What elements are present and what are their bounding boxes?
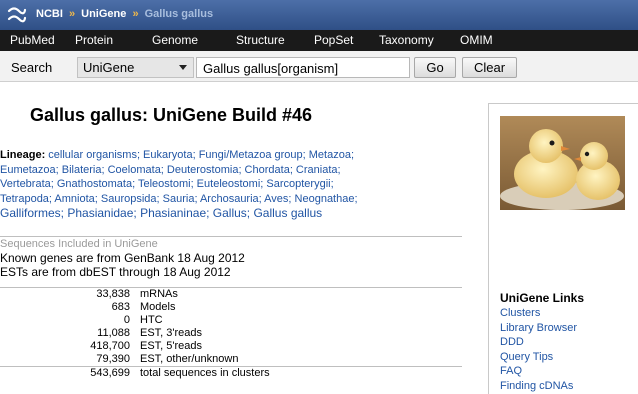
nav-item-genome[interactable]: Genome [152,33,198,47]
sequences-heading: Sequences Included in UniGene [0,238,158,250]
sequence-count: 33,838 [96,288,130,300]
breadcrumb-separator: » [68,8,76,20]
lineage-line[interactable]: Vertebrata; Gnathostomata; Teleostomi; E… [0,177,470,192]
lineage-line[interactable]: Galliformes; Phasianidae; Phasianinae; G… [0,206,470,221]
nav-item-protein[interactable]: Protein [75,33,113,47]
table-row: 11,088 EST, 3'reads [0,327,462,340]
breadcrumb: NCBI » UniGene » Gallus gallus [36,8,213,20]
table-row: 418,700 EST, 5'reads [0,340,462,353]
sequence-type: HTC [140,314,163,326]
lineage-label: Lineage: [0,149,46,161]
ncbi-logo-icon[interactable] [6,4,28,26]
database-select[interactable]: UniGene [77,57,194,78]
sequences-section: Sequences Included in UniGene Known gene… [0,236,462,380]
table-row: 0 HTC [0,314,462,327]
table-row: 33,838 mRNAs [0,288,462,302]
link-library-browser[interactable]: Library Browser [500,321,577,336]
link-faq[interactable]: FAQ [500,364,577,379]
sequence-counts-table: 33,838 mRNAs 683 Models 0 HTC 11,088 EST… [0,287,462,380]
link-query-tips[interactable]: Query Tips [500,350,577,365]
unigene-links-list: Clusters Library Browser DDD Query Tips … [500,306,577,394]
table-row: 683 Models [0,301,462,314]
table-row-total: 543,699 total sequences in clusters [0,366,462,380]
nav-item-omim[interactable]: OMIM [460,33,493,47]
search-input[interactable] [196,57,410,78]
total-count: 543,699 [0,366,140,380]
database-select-value: UniGene [83,60,135,75]
sequence-count: 0 [123,314,130,326]
link-ddd[interactable]: DDD [500,335,577,350]
chick-photo [500,116,625,210]
sequence-count: 683 [111,301,130,313]
link-finding-cdnas[interactable]: Finding cDNAs [500,379,577,394]
dropdown-arrow-icon [179,65,187,70]
lineage-line[interactable]: Tetrapoda; Amniota; Sauropsida; Sauria; … [0,192,470,207]
nav-item-structure[interactable]: Structure [236,33,285,47]
breadcrumb-current: Gallus gallus [144,8,214,20]
breadcrumb-separator: » [132,8,139,20]
sequence-count: 11,088 [97,327,130,339]
lineage-links[interactable]: cellular organisms; Eukaryota; Fungi/Met… [48,149,354,161]
unigene-links-heading: UniGene Links [500,291,585,305]
lineage-block: Lineage: cellular organisms; Eukaryota; … [0,148,470,221]
known-genes-source: Known genes are from GenBank 18 Aug 2012 [0,251,245,265]
search-bar: Search UniGene Go Clear [0,51,638,82]
sequence-type: EST, 3'reads [140,327,203,339]
nav-item-pubmed[interactable]: PubMed [10,33,55,47]
go-button[interactable]: Go [414,57,456,78]
sequence-count: 418,700 [90,340,130,352]
lineage-line: Lineage: cellular organisms; Eukaryota; … [0,148,470,163]
breadcrumb-unigene-link[interactable]: UniGene [81,8,126,20]
table-row: 79,390 EST, other/unknown [0,353,462,367]
ests-source: ESTs are from dbEST through 18 Aug 2012 [0,265,231,279]
sequence-count: 79,390 [96,353,130,365]
sequence-type: EST, 5'reads [140,340,203,352]
unigene-sidebar: UniGene Links Clusters Library Browser D… [488,103,638,394]
page-title: Gallus gallus: UniGene Build #46 [30,105,313,125]
total-label: total sequences in clusters [140,366,462,380]
sequence-type: mRNAs [140,288,178,300]
sequence-type: EST, other/unknown [140,353,239,365]
lineage-line[interactable]: Eumetazoa; Bilateria; Coelomata; Deutero… [0,163,470,178]
clear-button[interactable]: Clear [462,57,517,78]
ncbi-header: NCBI » UniGene » Gallus gallus [0,0,638,30]
database-nav-bar: PubMed Protein Genome Structure PopSet T… [0,30,638,51]
nav-item-taxonomy[interactable]: Taxonomy [379,33,434,47]
nav-item-popset[interactable]: PopSet [314,33,353,47]
search-label: Search [11,60,53,75]
sequence-type: Models [140,301,176,313]
link-clusters[interactable]: Clusters [500,306,577,321]
breadcrumb-ncbi-link[interactable]: NCBI [36,8,63,20]
